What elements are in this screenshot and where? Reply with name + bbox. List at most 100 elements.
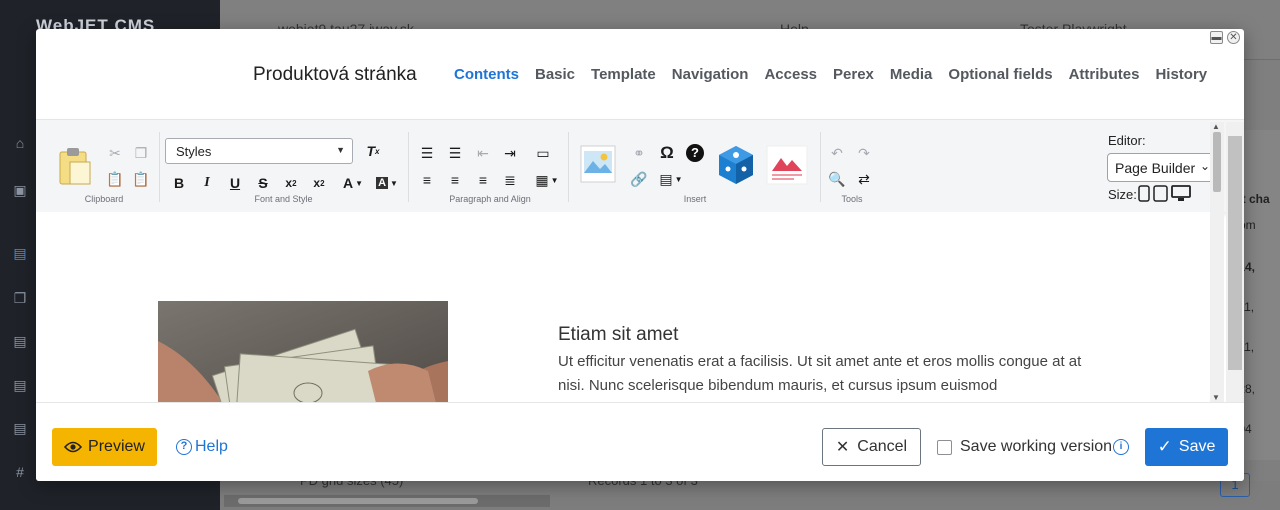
editor-toolbar: ✂ ❐ 📋 📋 Clipboard Font and Style Styles …	[36, 119, 1244, 212]
justify-icon[interactable]: ≣	[499, 169, 521, 191]
bold-icon[interactable]: B	[168, 172, 190, 194]
tab-basic[interactable]: Basic	[535, 66, 575, 83]
content-scrollbar[interactable]	[1226, 122, 1244, 402]
paragraph-group: Paragraph and Align	[410, 128, 570, 208]
modal-footer: Preview ? Help ✕ Cancel Save working ver…	[36, 402, 1244, 481]
home-icon[interactable]: ⌂	[12, 135, 28, 151]
content-heading[interactable]: Etiam sit amet	[558, 324, 678, 346]
toolbar-separator	[568, 132, 569, 202]
save-working-version-checkbox[interactable]	[937, 440, 952, 455]
content-scrollbar-thumb[interactable]	[1228, 136, 1242, 370]
paste-text-icon[interactable]: 📋	[104, 168, 126, 190]
cancel-label: Cancel	[857, 438, 908, 455]
underline-icon[interactable]: U	[224, 172, 246, 194]
text-color-icon[interactable]: A ▼	[338, 172, 368, 194]
file-add-icon[interactable]: ▤	[12, 377, 28, 393]
redo-icon[interactable]: ↷	[853, 142, 875, 164]
page-title: Produktová stránka	[253, 64, 417, 85]
save-working-version-label[interactable]: Save working version	[960, 438, 1112, 456]
form-icon[interactable]: ▤ ▼	[656, 168, 686, 190]
tab-access[interactable]: Access	[764, 66, 817, 83]
special-char-icon[interactable]: Ω	[656, 142, 678, 164]
desktop-icon[interactable]	[1171, 185, 1191, 202]
help-link[interactable]: ? Help	[176, 438, 228, 456]
editor-content[interactable]: Etiam sit amet Ut efficitur venenatis er…	[36, 212, 1210, 402]
show-blocks-icon[interactable]: ▭	[532, 142, 554, 164]
info-icon[interactable]: i	[1113, 439, 1129, 455]
tab-navigation[interactable]: Navigation	[672, 66, 749, 83]
toolbar-separator	[820, 132, 821, 202]
document-icon[interactable]: ▤	[12, 245, 28, 261]
tab-perex[interactable]: Perex	[833, 66, 874, 83]
size-switcher	[1138, 185, 1191, 202]
align-center-icon[interactable]: ≡	[444, 169, 466, 191]
insert-label: Insert	[683, 194, 707, 204]
editor-scrollbar-thumb[interactable]	[1213, 132, 1221, 192]
undo-icon[interactable]: ↶	[826, 142, 848, 164]
tab-attributes[interactable]: Attributes	[1069, 66, 1140, 83]
align-right-icon[interactable]: ≡	[472, 169, 494, 191]
toolbar-separator	[408, 132, 409, 202]
tab-optional-fields[interactable]: Optional fields	[948, 66, 1052, 83]
italic-icon[interactable]: I	[196, 172, 218, 194]
chevron-down-icon: ⌄	[1199, 159, 1210, 173]
font-style-label: Font and Style	[254, 194, 313, 204]
editor-label: Editor:	[1108, 133, 1146, 148]
tablet-icon[interactable]	[1153, 185, 1168, 202]
editor-scrollbar[interactable]: ▲ ▼	[1210, 122, 1224, 402]
hash-icon[interactable]: #	[12, 464, 28, 480]
edit-page-modal: ▬ ✕ Produktová stránka Contents Basic Te…	[36, 29, 1244, 481]
replace-icon[interactable]: ⇄	[853, 168, 875, 190]
background-color-icon[interactable]: A ▼	[372, 172, 402, 194]
link-icon[interactable]: 🔗	[628, 168, 650, 190]
align-left-icon[interactable]: ≡	[416, 169, 438, 191]
numbered-list-icon[interactable]: ☰	[444, 142, 466, 164]
tree-scrollbar-thumb[interactable]	[238, 498, 478, 504]
copy-icon[interactable]: ❐	[130, 142, 152, 164]
image-icon[interactable]: ▣	[12, 182, 28, 198]
content-paragraph[interactable]: Ut efficitur venenatis erat a facilisis.…	[558, 350, 1098, 398]
editor-value: Page Builder	[1115, 160, 1196, 176]
superscript-icon[interactable]: x2	[308, 172, 330, 194]
preview-button[interactable]: Preview	[52, 428, 157, 466]
tab-template[interactable]: Template	[591, 66, 656, 83]
help-icon[interactable]: ?	[684, 142, 706, 164]
paste-word-icon[interactable]: 📋	[130, 168, 152, 190]
toolbar-separator	[159, 132, 160, 202]
indent-icon[interactable]: ⇥	[499, 142, 521, 164]
cut-icon[interactable]: ✂	[104, 142, 126, 164]
preview-label: Preview	[88, 438, 145, 455]
editor-select[interactable]: Page Builder ⌄	[1107, 153, 1217, 182]
phone-icon[interactable]	[1138, 185, 1150, 202]
clipboard-group: ✂ ❐ 📋 📋 Clipboard	[54, 128, 154, 208]
size-label: Size:	[1108, 187, 1137, 202]
scroll-down-icon[interactable]: ▼	[1212, 393, 1220, 402]
file-upload-icon[interactable]: ▤	[12, 420, 28, 436]
table-icon[interactable]: ▦ ▼	[532, 169, 562, 191]
tab-media[interactable]: Media	[890, 66, 933, 83]
content-photo[interactable]	[158, 301, 448, 402]
component-icon[interactable]	[716, 145, 756, 190]
tree-scrollbar[interactable]	[224, 495, 550, 507]
unlink-icon[interactable]: ⚭	[628, 142, 650, 164]
strikethrough-icon[interactable]: S	[252, 172, 274, 194]
find-icon[interactable]: 🔍	[826, 168, 848, 190]
scroll-up-icon[interactable]: ▲	[1212, 122, 1220, 131]
styles-value: Styles	[176, 144, 212, 159]
outdent-icon[interactable]: ⇤	[472, 142, 494, 164]
save-button[interactable]: ✓ Save	[1145, 428, 1228, 466]
bullet-list-icon[interactable]: ☰	[416, 142, 438, 164]
clear-format-icon[interactable]: Tx	[362, 140, 384, 162]
copy-icon[interactable]: ❐	[12, 290, 28, 306]
paragraph-label: Paragraph and Align	[449, 194, 531, 204]
image-icon[interactable]	[580, 145, 616, 188]
styles-dropdown[interactable]: Styles ▼	[165, 138, 353, 164]
subscript-icon[interactable]: x2	[280, 172, 302, 194]
file-icon[interactable]: ▤	[12, 333, 28, 349]
tab-history[interactable]: History	[1155, 66, 1207, 83]
banner-icon[interactable]	[766, 145, 808, 190]
cancel-button[interactable]: ✕ Cancel	[822, 428, 921, 466]
paste-icon[interactable]	[58, 146, 92, 191]
save-label: Save	[1178, 438, 1216, 455]
tab-contents[interactable]: Contents	[454, 66, 519, 83]
